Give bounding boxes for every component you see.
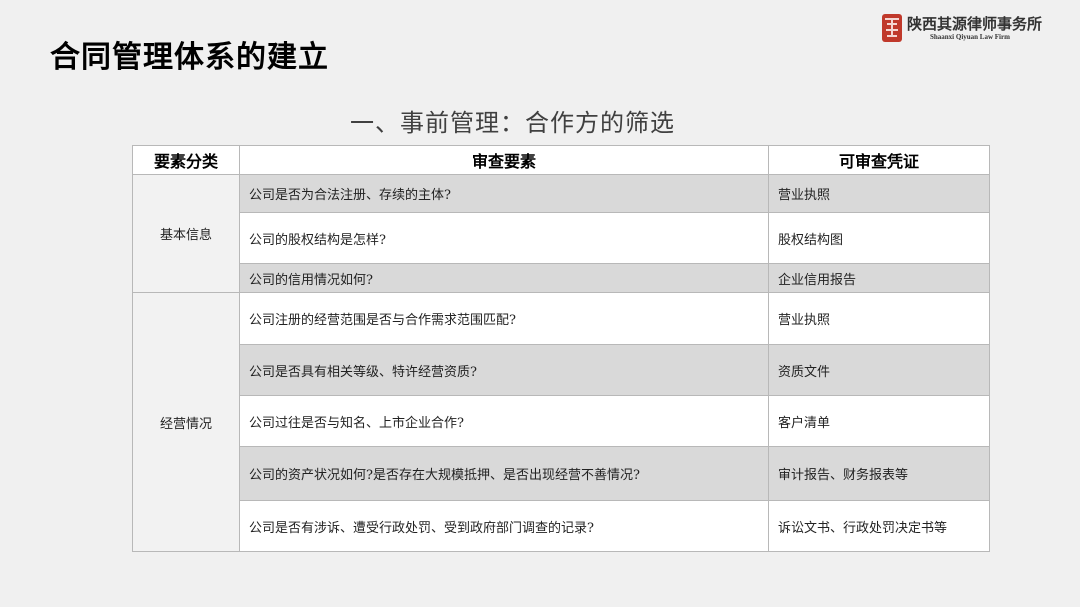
- review-item-cell: 公司的股权结构是怎样?: [239, 212, 769, 264]
- review-item-cell: 公司过往是否与知名、上市企业合作?: [239, 395, 769, 447]
- proof-cell: 股权结构图: [768, 212, 990, 264]
- table-header-row: 要素分类 审查要素 可审查凭证: [132, 145, 990, 175]
- proof-cell: 营业执照: [768, 292, 990, 345]
- header-category: 要素分类: [132, 145, 240, 175]
- header-proof: 可审查凭证: [768, 145, 990, 175]
- proof-cell: 企业信用报告: [768, 263, 990, 293]
- firm-name-en: Shaanxi Qiyuan Law Firm: [930, 33, 1010, 41]
- slide-title: 合同管理体系的建立: [50, 40, 329, 75]
- firm-name-cn: 陕西其源律师事务所: [907, 15, 1043, 33]
- review-table: 要素分类 审查要素 可审查凭证 基本信息 公司是否为合法注册、存续的主体? 营业…: [132, 145, 990, 552]
- header-review-item: 审查要素: [239, 145, 769, 175]
- table-row: 公司过往是否与知名、上市企业合作? 客户清单: [133, 395, 990, 447]
- proof-cell: 资质文件: [768, 344, 990, 396]
- review-item-cell: 公司是否为合法注册、存续的主体?: [239, 174, 769, 213]
- category-cell: 基本信息: [132, 174, 240, 293]
- table-row: 经营情况 公司注册的经营范围是否与合作需求范围匹配? 营业执照: [132, 292, 990, 552]
- review-item-cell: 公司是否有涉诉、遭受行政处罚、受到政府部门调查的记录?: [239, 500, 769, 552]
- seal-icon: [882, 14, 902, 42]
- review-item-cell: 公司的信用情况如何?: [239, 263, 769, 293]
- table-row: 公司的股权结构是怎样? 股权结构图: [133, 212, 990, 264]
- section-subtitle: 一、事前管理：合作方的筛选: [350, 109, 675, 137]
- review-item-cell: 公司的资产状况如何?是否存在大规模抵押、是否出现经营不善情况?: [239, 446, 769, 501]
- category-cell: 经营情况: [132, 292, 240, 552]
- proof-cell: 客户清单: [768, 395, 990, 447]
- table-row: 公司的信用情况如何? 企业信用报告: [133, 263, 990, 293]
- firm-logo: 陕西其源律师事务所 Shaanxi Qiyuan Law Firm: [880, 12, 1070, 52]
- slide: 合同管理体系的建立 陕西其源律师事务所 Shaanxi Qiyuan Law F…: [0, 0, 1080, 607]
- review-item-cell: 公司是否具有相关等级、特许经营资质?: [239, 344, 769, 396]
- table-row: 公司是否具有相关等级、特许经营资质? 资质文件: [133, 344, 990, 396]
- proof-cell: 诉讼文书、行政处罚决定书等: [768, 500, 990, 552]
- table-row: 基本信息 公司是否为合法注册、存续的主体? 营业执照: [132, 174, 990, 293]
- review-item-cell: 公司注册的经营范围是否与合作需求范围匹配?: [239, 292, 769, 345]
- proof-cell: 审计报告、财务报表等: [768, 446, 990, 501]
- proof-cell: 营业执照: [768, 174, 990, 213]
- table-row: 公司的资产状况如何?是否存在大规模抵押、是否出现经营不善情况? 审计报告、财务报…: [133, 446, 990, 501]
- table-row: 公司是否有涉诉、遭受行政处罚、受到政府部门调查的记录? 诉讼文书、行政处罚决定书…: [133, 500, 990, 552]
